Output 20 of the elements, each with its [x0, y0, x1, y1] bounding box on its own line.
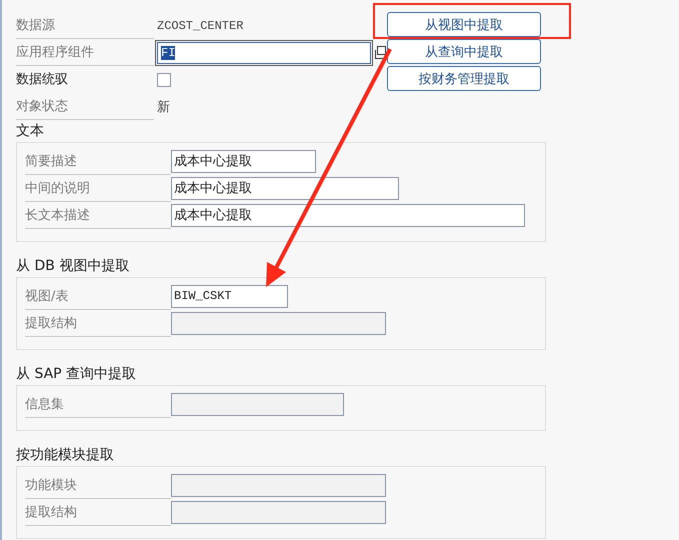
- action-button[interactable]: 从查询中提取: [387, 39, 541, 64]
- input-field[interactable]: 成本中心提取: [171, 177, 399, 200]
- field-label: 对象状态: [16, 94, 154, 120]
- value-help-icon[interactable]: [374, 46, 386, 60]
- input-field[interactable]: BIW_CSKT: [171, 285, 288, 308]
- input-field[interactable]: FI: [157, 42, 371, 64]
- section-title: 按功能模块提取: [16, 446, 115, 465]
- field-label: 应用程序组件: [16, 40, 154, 66]
- section-title: 从 DB 视图中提取: [16, 257, 130, 276]
- action-button[interactable]: 从视图中提取: [387, 12, 541, 37]
- checkbox[interactable]: [157, 72, 171, 86]
- action-button[interactable]: 按财务管理提取: [387, 66, 541, 91]
- input-field[interactable]: 成本中心提取: [171, 204, 525, 227]
- field-label: 数据源: [16, 12, 154, 38]
- field-value: ZCOST_CENTER: [157, 18, 244, 32]
- field-value: 新: [157, 98, 170, 116]
- section-title: 从 SAP 查询中提取: [16, 365, 138, 384]
- input-field[interactable]: 成本中心提取: [171, 150, 316, 173]
- section-title: 文本: [16, 122, 45, 141]
- field-label: 数据统驭: [16, 70, 69, 88]
